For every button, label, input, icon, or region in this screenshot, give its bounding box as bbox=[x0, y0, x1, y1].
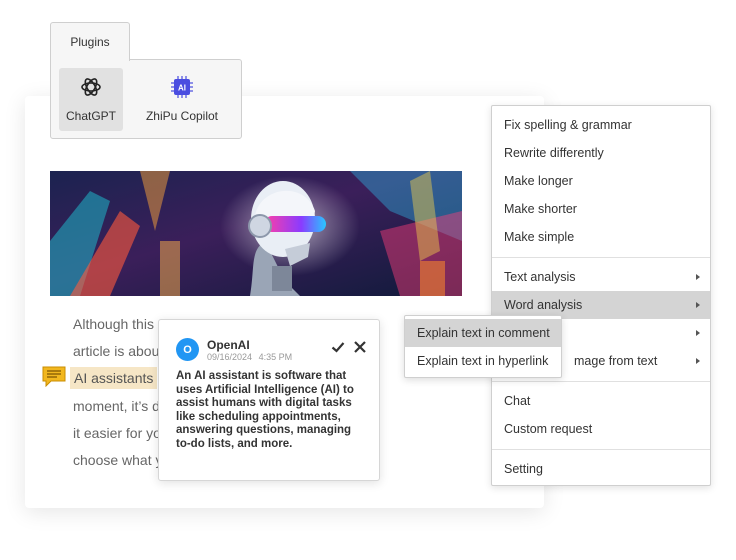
plugin-zhipu-copilot-button[interactable]: AI ZhiPu Copilot bbox=[137, 68, 227, 131]
doc-text-line: moment, it’s di bbox=[73, 398, 163, 414]
menu-item-setting[interactable]: Setting bbox=[492, 455, 710, 483]
submenu-arrow-icon bbox=[696, 274, 700, 280]
submenu-arrow-icon bbox=[696, 330, 700, 336]
comment-time: 4:35 PM bbox=[258, 352, 293, 362]
ai-context-menu: Fix spelling & grammar Rewrite different… bbox=[491, 105, 711, 486]
menu-item-text-analysis[interactable]: Text analysis bbox=[492, 263, 710, 291]
menu-divider bbox=[492, 257, 710, 258]
menu-divider bbox=[492, 449, 710, 450]
menu-item-label: Word analysis bbox=[504, 298, 583, 312]
doc-text-line: article is about bbox=[73, 343, 164, 359]
menu-item-make-longer[interactable]: Make longer bbox=[492, 167, 710, 195]
comment-timestamp: 09/16/2024 4:35 PM bbox=[207, 352, 292, 362]
resolve-check-icon[interactable] bbox=[331, 340, 345, 354]
plugin-chatgpt-button[interactable]: ChatGPT bbox=[59, 68, 123, 131]
word-analysis-submenu: Explain text in comment Explain text in … bbox=[404, 315, 562, 378]
plugins-tab[interactable]: Plugins bbox=[50, 22, 130, 61]
menu-item-label: Text analysis bbox=[504, 270, 576, 284]
avatar: O bbox=[176, 338, 199, 361]
submenu-item-explain-comment[interactable]: Explain text in comment bbox=[405, 319, 561, 347]
hero-image bbox=[50, 171, 462, 296]
menu-item-rewrite[interactable]: Rewrite differently bbox=[492, 139, 710, 167]
openai-logo-icon bbox=[80, 76, 102, 101]
plugins-panel: ChatGPT AI ZhiPu Copilot bbox=[50, 59, 242, 139]
doc-text-line: it easier for you bbox=[73, 425, 169, 441]
menu-item-chat[interactable]: Chat bbox=[492, 387, 710, 415]
submenu-arrow-icon bbox=[696, 358, 700, 364]
doc-text-line: Although this bbox=[73, 316, 154, 332]
highlighted-text[interactable]: AI assistants bbox=[70, 367, 158, 389]
doc-text-line: choose what yo bbox=[73, 452, 171, 468]
menu-item-make-shorter[interactable]: Make shorter bbox=[492, 195, 710, 223]
menu-item-fix-spelling[interactable]: Fix spelling & grammar bbox=[492, 111, 710, 139]
menu-item-custom-request[interactable]: Custom request bbox=[492, 415, 710, 443]
close-icon[interactable] bbox=[353, 340, 367, 354]
submenu-arrow-icon bbox=[696, 302, 700, 308]
submenu-item-explain-hyperlink[interactable]: Explain text in hyperlink bbox=[405, 347, 561, 375]
comment-date: 09/16/2024 bbox=[207, 352, 253, 362]
comment-marker-icon[interactable] bbox=[42, 366, 66, 388]
comment-text: An AI assistant is software that uses Ar… bbox=[176, 370, 354, 450]
comment-popup: O OpenAI 09/16/2024 4:35 PM An AI assist… bbox=[158, 319, 380, 481]
comment-author: OpenAI bbox=[207, 338, 250, 352]
plugin-label: ChatGPT bbox=[65, 109, 116, 123]
plugin-label: ZhiPu Copilot bbox=[145, 109, 219, 123]
menu-item-make-simple[interactable]: Make simple bbox=[492, 223, 710, 251]
menu-divider bbox=[492, 381, 710, 382]
chip-text: AI bbox=[178, 84, 186, 93]
ai-chip-icon: AI bbox=[171, 76, 193, 101]
